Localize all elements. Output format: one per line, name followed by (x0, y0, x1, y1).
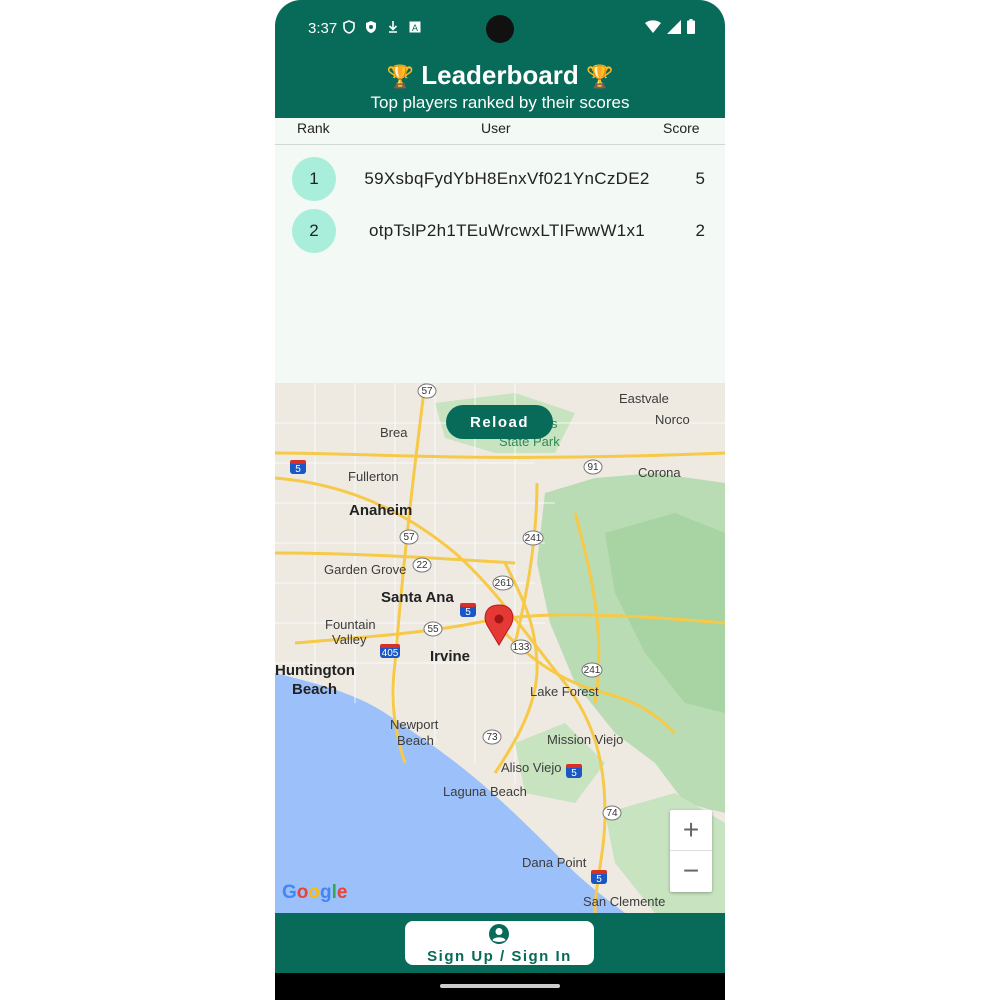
svg-text:55: 55 (427, 624, 439, 635)
map-canvas[interactable]: Eastvale Norco Brea Hills State Park Cor… (275, 383, 725, 913)
interstate-shield: 5 (566, 764, 582, 779)
table-header: Rank User Score (275, 118, 725, 145)
trophy-icon: 🏆 (585, 64, 614, 89)
app-header: 3:37 A 🏆 Leaderboard 🏆 Top players ranke… (275, 0, 725, 118)
column-header-user: User (481, 120, 511, 136)
highway-shield: 261 (492, 575, 514, 591)
zoom-in-button[interactable]: + (670, 810, 712, 850)
page-subtitle: Top players ranked by their scores (370, 93, 630, 112)
interstate-shield: 5 (290, 460, 306, 475)
map-label: Beach (397, 733, 434, 748)
font-icon: A (409, 21, 421, 33)
user-id: otpTslP2h1TEuWrcwxLTIFwwW1x1 (368, 221, 646, 240)
svg-text:57: 57 (421, 386, 433, 397)
highway-shield: 57 (417, 383, 437, 399)
map-label: Garden Grove (324, 562, 406, 577)
battery-icon (687, 19, 695, 34)
map-label: Santa Ana (381, 589, 454, 606)
svg-text:91: 91 (587, 462, 599, 473)
rank-value: 2 (309, 221, 319, 240)
sign-in-label: Sign Up / Sign In (427, 948, 572, 965)
map-label: Aliso Viejo (501, 760, 561, 775)
svg-text:74: 74 (606, 808, 618, 819)
zoom-out-button[interactable]: − (670, 851, 712, 891)
map-label: Huntington (275, 662, 355, 679)
map-label: Norco (655, 412, 690, 427)
svg-text:261: 261 (495, 578, 512, 589)
title-text: Leaderboard (421, 60, 579, 90)
map-label: Anaheim (349, 502, 412, 519)
map-label: Fountain (325, 617, 376, 632)
map-label: Irvine (430, 648, 470, 665)
svg-text:405: 405 (382, 648, 399, 659)
svg-text:73: 73 (486, 732, 498, 743)
map-label: Lake Forest (530, 684, 599, 699)
trophy-icon: 🏆 (386, 64, 415, 89)
notification-icons: A (343, 20, 421, 34)
shield-outline-icon (343, 20, 355, 34)
user-id: 59XsbqFydYbH8EnxVf021YnCzDE2 (364, 169, 650, 188)
system-icons (645, 19, 695, 34)
map-label: Corona (638, 465, 681, 480)
gesture-handle[interactable] (440, 984, 560, 988)
phone-screen: 3:37 A 🏆 Leaderboard 🏆 Top players ranke… (275, 0, 725, 1000)
column-header-score: Score (663, 120, 700, 136)
highway-shield: 74 (602, 805, 622, 821)
rank-badge: 2 (292, 209, 336, 253)
svg-text:241: 241 (525, 533, 542, 544)
svg-text:5: 5 (465, 607, 471, 618)
svg-text:241: 241 (584, 665, 601, 676)
bottom-bar: Sign Up / Sign In (275, 913, 725, 973)
google-logo: Google (282, 882, 348, 903)
interstate-shield: 5 (460, 603, 476, 618)
interstate-shield: 405 (380, 644, 400, 659)
rank-value: 1 (309, 169, 319, 188)
wifi-icon (645, 19, 661, 33)
cell-signal-icon (667, 19, 681, 34)
status-time: 3:37 (308, 20, 338, 37)
map-label: Mission Viejo (547, 732, 623, 747)
svg-text:22: 22 (416, 560, 428, 571)
map-view[interactable]: Eastvale Norco Brea Hills State Park Cor… (275, 383, 725, 913)
highway-shield: 73 (482, 729, 502, 745)
zoom-controls: + − (670, 810, 712, 892)
score-value: 5 (695, 169, 705, 188)
highway-shield: 133 (510, 639, 532, 655)
svg-text:5: 5 (295, 464, 301, 475)
highway-shield: 241 (581, 662, 603, 678)
svg-text:A: A (412, 24, 419, 33)
svg-text:133: 133 (513, 642, 530, 653)
map-label: Valley (332, 632, 367, 647)
interstate-shield: 5 (591, 870, 607, 885)
map-label: Dana Point (522, 855, 587, 870)
shield-filled-icon (366, 21, 376, 33)
column-header-rank: Rank (297, 120, 330, 136)
sign-in-button[interactable]: Sign Up / Sign In (405, 921, 594, 965)
page-title: 🏆 Leaderboard 🏆 (275, 60, 725, 91)
camera-cutout (486, 15, 514, 43)
rank-badge: 1 (292, 157, 336, 201)
highway-shield: 91 (583, 459, 603, 475)
download-icon (388, 21, 398, 33)
score-value: 2 (695, 221, 705, 240)
map-label: Eastvale (619, 391, 669, 406)
svg-text:57: 57 (403, 532, 415, 543)
highway-shield: 55 (423, 621, 443, 637)
map-label: Newport (390, 717, 439, 732)
svg-text:5: 5 (596, 874, 602, 885)
svg-text:5: 5 (571, 768, 577, 779)
table-row[interactable]: 1 59XsbqFydYbH8EnxVf021YnCzDE2 5 (275, 157, 725, 201)
table-row[interactable]: 2 otpTslP2h1TEuWrcwxLTIFwwW1x1 2 (275, 209, 725, 253)
reload-button[interactable]: Reload (446, 405, 553, 439)
highway-shield: 241 (522, 530, 544, 546)
account-circle-icon (489, 924, 509, 944)
system-nav-bar (275, 973, 725, 1000)
map-label: Brea (380, 425, 408, 440)
map-label: San Clemente (583, 894, 665, 909)
map-label: Beach (292, 681, 337, 698)
map-label: Laguna Beach (443, 784, 527, 799)
highway-shield: 57 (399, 529, 419, 545)
map-label: Fullerton (348, 469, 399, 484)
highway-shield: 22 (412, 557, 432, 573)
